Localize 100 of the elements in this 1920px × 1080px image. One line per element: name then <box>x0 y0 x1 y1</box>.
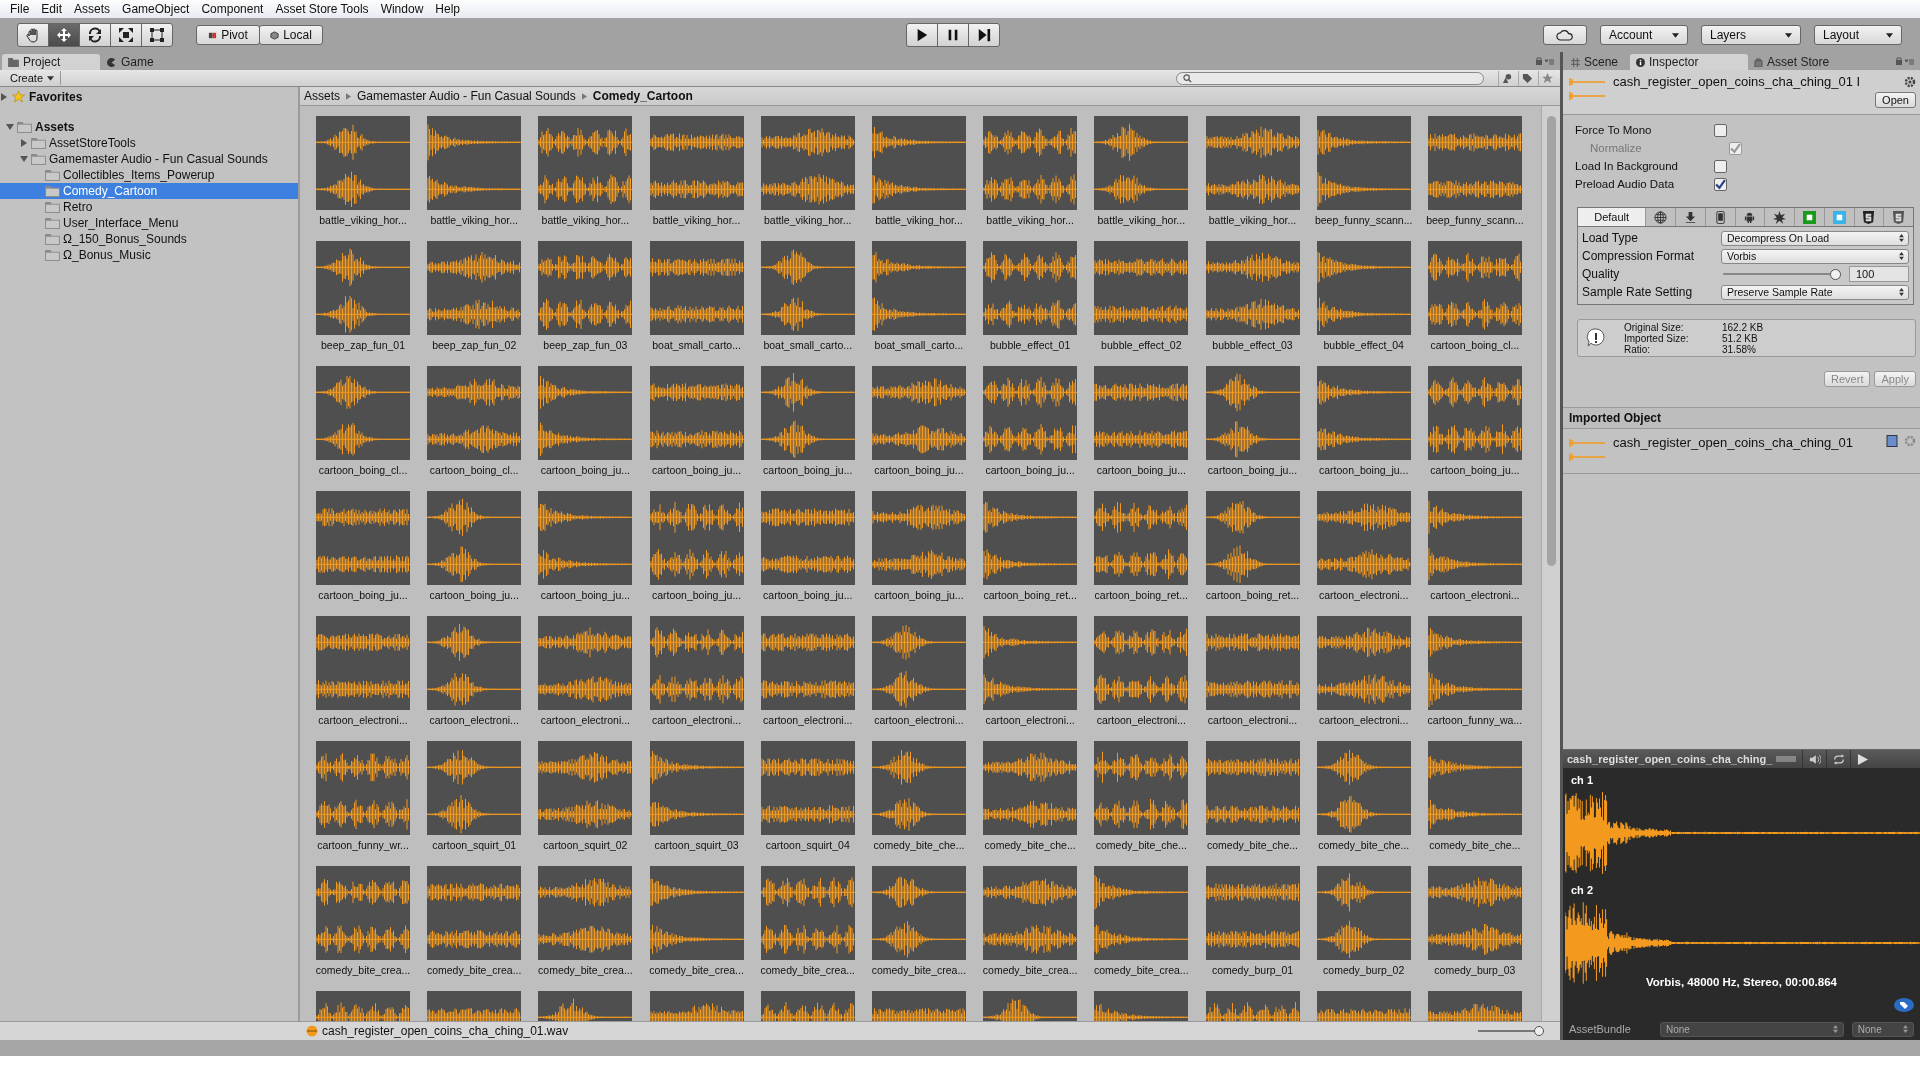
folder-item[interactable]: AssetStoreTools <box>0 135 298 151</box>
menu-item[interactable]: File <box>4 2 36 16</box>
pivot-button[interactable]: Pivot <box>196 25 260 45</box>
favorites-item[interactable]: Favorites <box>0 89 298 105</box>
platform-tab[interactable]: Default <box>1578 208 1646 226</box>
panel-tab[interactable]: Inspector <box>1630 54 1749 70</box>
file-name: bubble_effect_02 <box>1101 338 1182 352</box>
info-label: Imported Size: <box>1624 332 1690 344</box>
file-name: battle_viking_hor... <box>875 213 963 227</box>
file-name: cartoon_squirt_03 <box>654 838 739 852</box>
file-name: beep_zap_fun_03 <box>543 338 628 352</box>
file-name: cartoon_boing_cl... <box>1430 338 1520 352</box>
setting-label: Compression Format <box>1582 249 1696 263</box>
breadcrumb-item[interactable]: Gamemaster Audio - Fun Casual Sounds <box>357 89 576 103</box>
file-name: cartoon_electroni... <box>874 713 964 727</box>
layers-dropdown[interactable]: Layers <box>1701 25 1801 45</box>
file-name: cartoon_electroni... <box>318 713 408 727</box>
menu-item[interactable]: GameObject <box>116 2 196 16</box>
breadcrumb-item[interactable]: Comedy_Cartoon <box>592 89 693 103</box>
file-name: beep_zap_fun_01 <box>320 338 406 352</box>
section-header: Imported Object <box>1563 407 1920 429</box>
folder-item[interactable]: Comedy_Cartoon <box>0 183 298 199</box>
file-name: cartoon_squirt_01 <box>432 838 517 852</box>
asset-bundle-dropdown[interactable]: None <box>1660 1021 1844 1037</box>
file-name: cartoon_electroni... <box>1207 713 1298 727</box>
file-name: comedy_bite_che... <box>1095 838 1187 852</box>
file-name: battle_viking_hor... <box>430 213 518 227</box>
quality-field[interactable]: 100 <box>1849 266 1909 282</box>
info-value: 162.2 KB <box>1722 321 1764 333</box>
setting-dropdown[interactable]: Preserve Sample Rate <box>1721 284 1909 300</box>
file-name: cartoon_boing_ju... <box>874 588 964 602</box>
file-name: cartoon_boing_ju... <box>540 463 631 477</box>
option-label: Preload Audio Data <box>1575 178 1676 190</box>
file-name: comedy_bite_crea... <box>871 963 967 977</box>
preview-title: cash_register_open_coins_cha_ching_ <box>1567 753 1773 765</box>
file-name: comedy_bite_che... <box>984 838 1076 852</box>
info-label: Original Size: <box>1624 321 1685 333</box>
file-name: comedy_bite_crea... <box>426 963 522 977</box>
file-name: cartoon_boing_ret... <box>983 588 1077 602</box>
file-name: cartoon_boing_ju... <box>318 588 408 602</box>
account-dropdown[interactable]: Account <box>1600 25 1688 45</box>
folder-item[interactable]: Ω_Bonus_Music <box>0 247 298 263</box>
layout-dropdown[interactable]: Layout <box>1814 25 1902 45</box>
menu-item[interactable]: Edit <box>35 2 69 16</box>
file-name: cartoon_electroni... <box>540 713 631 727</box>
asset-bundle-dropdown[interactable]: None <box>1851 1021 1914 1037</box>
create-dropdown[interactable]: Create <box>4 71 62 85</box>
file-name: cartoon_boing_ju... <box>874 463 964 477</box>
file-name: battle_viking_hor... <box>986 213 1074 227</box>
file-name: battle_viking_hor... <box>652 213 741 227</box>
file-name: cartoon_boing_ret... <box>1094 588 1188 602</box>
folder-item[interactable]: Assets <box>0 119 298 135</box>
file-name: cartoon_boing_cl... <box>429 463 519 477</box>
file-name: comedy_bite_che... <box>1318 838 1410 852</box>
folder-item[interactable]: Retro <box>0 199 298 215</box>
folder-item[interactable]: Collectibles_Items_Powerup <box>0 167 298 183</box>
breadcrumb-item[interactable]: Assets <box>304 89 340 103</box>
setting-dropdown[interactable]: Vorbis <box>1721 248 1909 264</box>
folder-item[interactable]: Ω_150_Bonus_Sounds <box>0 231 298 247</box>
file-name: comedy_bite_crea... <box>315 963 411 977</box>
menu-item[interactable]: Help <box>429 2 466 16</box>
file-name: cartoon_electroni... <box>1430 588 1520 602</box>
file-name: bubble_effect_01 <box>989 338 1071 352</box>
file-name: comedy_bite_crea... <box>649 963 744 977</box>
file-name: bubble_effect_04 <box>1323 338 1404 352</box>
asset-bundle-label: AssetBundle <box>1569 1023 1632 1035</box>
setting-label: Load Type <box>1582 231 1639 245</box>
file-name: comedy_bite_che... <box>1429 838 1521 852</box>
menu-item[interactable]: Window <box>374 2 430 16</box>
file-name: cartoon_boing_ju... <box>540 588 631 602</box>
file-name: cartoon_electroni... <box>1096 713 1186 727</box>
file-name: comedy_bite_che... <box>873 838 965 852</box>
panel-tab[interactable]: Asset Store <box>1748 54 1842 70</box>
open-button[interactable]: Open <box>1875 92 1916 108</box>
info-value: 31.58% <box>1722 343 1757 355</box>
menu-item[interactable]: Asset Store Tools <box>269 2 375 16</box>
file-name: cartoon_boing_ju... <box>1319 463 1409 477</box>
file-name: cartoon_boing_ju... <box>1430 463 1520 477</box>
panel-tab[interactable]: Scene <box>1565 54 1631 70</box>
file-name: battle_viking_hor... <box>319 213 407 227</box>
menu-item[interactable]: Component <box>195 2 270 16</box>
option-label: Force To Mono <box>1575 124 1653 136</box>
option-label: Normalize <box>1590 142 1643 154</box>
panel-tab[interactable]: Project <box>2 54 100 70</box>
setting-label: Quality <box>1582 267 1621 281</box>
file-name: comedy_burp_01 <box>1211 963 1294 977</box>
menu-item[interactable]: Assets <box>68 2 117 16</box>
file-name: comedy_bite_crea... <box>538 963 633 977</box>
file-name: battle_viking_hor... <box>1208 213 1297 227</box>
file-name: cartoon_electroni... <box>1319 588 1409 602</box>
file-name: cartoon_boing_ret... <box>1205 588 1300 602</box>
panel-tab[interactable]: Game <box>100 54 166 70</box>
file-name: cartoon_boing_ju... <box>763 463 853 477</box>
setting-dropdown[interactable]: Decompress On Load <box>1721 230 1909 246</box>
folder-item[interactable]: Gamemaster Audio - Fun Casual Sounds <box>0 151 298 167</box>
local-button[interactable]: Local <box>259 25 323 45</box>
file-name: beep_funny_scann... <box>1314 213 1413 227</box>
audio-info: Vorbis, 48000 Hz, Stereo, 00:00.864 <box>1645 976 1838 988</box>
folder-item[interactable]: User_Interface_Menu <box>0 215 298 231</box>
file-name: cartoon_boing_ju... <box>985 463 1075 477</box>
